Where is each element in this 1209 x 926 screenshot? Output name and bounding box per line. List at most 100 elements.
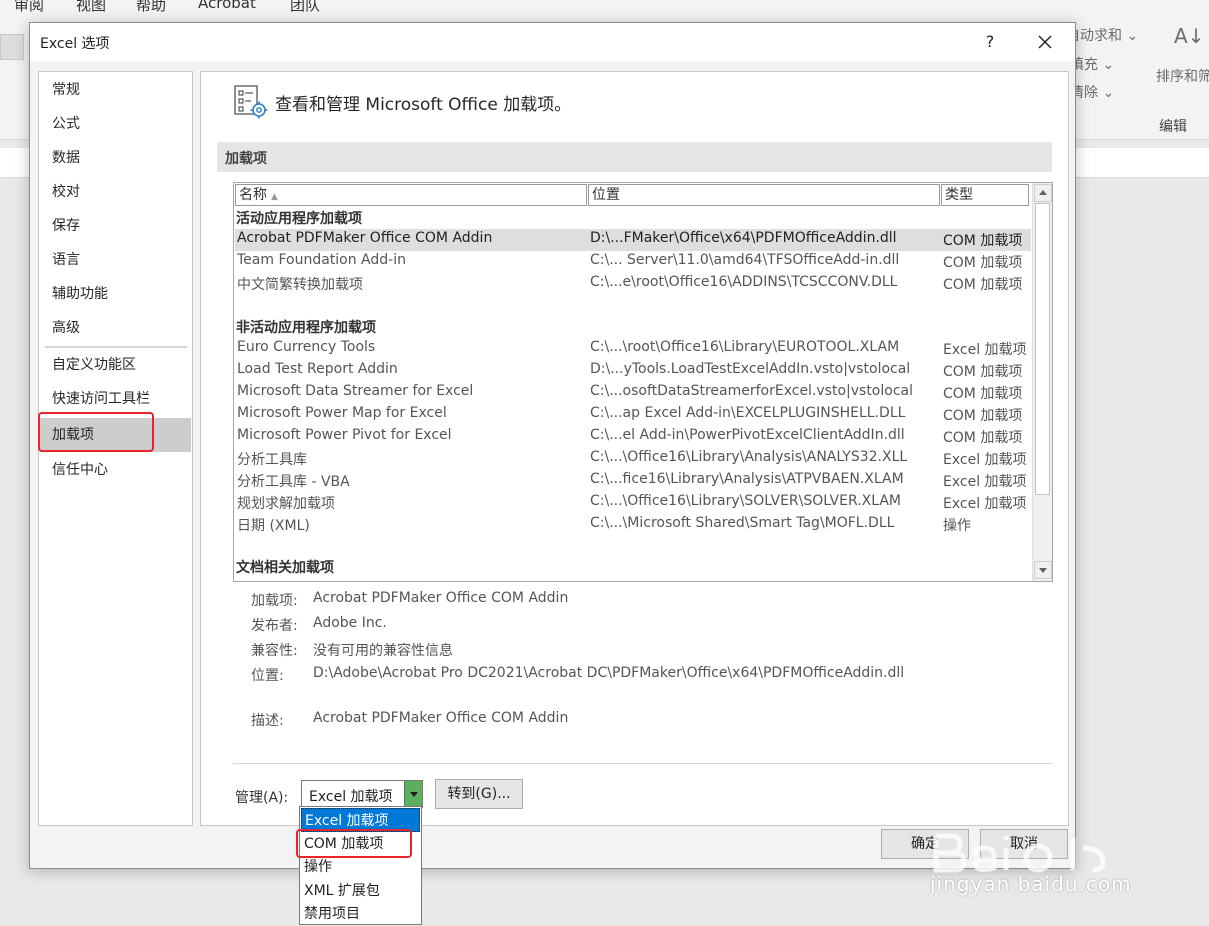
table-row[interactable]: Euro Currency Tools C:\...\root\Office16… (235, 338, 1031, 360)
nav-item-general[interactable]: 常规 (40, 73, 191, 107)
manage-label: 管理(A): (235, 790, 289, 806)
row-name: 分析工具库 - VBA (237, 474, 350, 490)
table-row[interactable]: Load Test Report Addin D:\...yTools.Load… (235, 360, 1031, 382)
scroll-thumb[interactable] (1035, 203, 1050, 495)
ribbon-group-edit: 编辑 (1159, 119, 1187, 135)
manage-dropdown-list: Excel 加载项 COM 加载项 操作 XML 扩展包 禁用项目 (299, 806, 422, 925)
panel-header: 查看和管理 Microsoft Office 加载项。 (275, 95, 572, 115)
manage-select[interactable]: Excel 加载项 (301, 780, 423, 808)
goto-button[interactable]: 转到(G)... (435, 779, 523, 809)
divider (233, 763, 1053, 764)
dialog-titlebar: Excel 选项 ? (30, 23, 1075, 61)
sort-filter-button[interactable]: 排序和筛选 (1156, 66, 1209, 86)
triangle-up-icon (1039, 190, 1047, 195)
triangle-down-icon (1039, 568, 1047, 573)
nav-item-customize-ribbon[interactable]: 自定义功能区 (40, 348, 191, 382)
close-icon[interactable] (1030, 27, 1060, 57)
row-type: Excel 加载项 (943, 452, 1027, 468)
group-document-addins: 文档相关加载项 (236, 560, 334, 576)
row-name: Microsoft Power Map for Excel (237, 405, 447, 421)
row-name: 中文简繁转换加载项 (237, 277, 363, 293)
nav-item-accessibility[interactable]: 辅助功能 (40, 277, 191, 311)
row-type: 操作 (943, 518, 971, 534)
menu-acrobat[interactable]: Acrobat (198, 0, 256, 12)
menu-review[interactable]: 审阅 (14, 0, 44, 15)
row-name: 规划求解加载项 (237, 496, 335, 512)
column-header-name[interactable]: 名称 ▲ (235, 184, 587, 206)
detail-value-location: D:\Adobe\Acrobat Pro DC2021\Acrobat DC\P… (313, 665, 905, 681)
row-location: C:\...\Office16\Library\SOLVER\SOLVER.XL… (590, 493, 902, 509)
row-name: Acrobat PDFMaker Office COM Addin (237, 230, 493, 246)
sort-ascending-icon: ▲ (271, 192, 278, 202)
addins-settings-icon (234, 85, 268, 119)
nav-item-language[interactable]: 语言 (40, 243, 191, 277)
row-type: COM 加载项 (943, 408, 1023, 424)
table-row[interactable]: Acrobat PDFMaker Office COM Addin D:\...… (235, 229, 1031, 251)
scroll-up-button[interactable] (1034, 184, 1052, 202)
row-location: C:\...\Microsoft Shared\Smart Tag\MOFL.D… (590, 515, 895, 531)
table-row[interactable]: 中文简繁转换加载项 C:\...e\root\Office16\ADDINS\T… (235, 273, 1031, 295)
table-row[interactable]: Microsoft Power Pivot for Excel C:\...el… (235, 426, 1031, 448)
detail-value-compatibility: 没有可用的兼容性信息 (313, 643, 453, 659)
dropdown-option-disabled-items[interactable]: 禁用项目 (301, 902, 420, 926)
nav-item-advanced[interactable]: 高级 (40, 311, 191, 345)
table-row[interactable]: 日期 (XML) C:\...\Microsoft Shared\Smart T… (235, 514, 1031, 536)
ribbon-left-control (0, 34, 24, 60)
group-active-addins: 活动应用程序加载项 (236, 211, 362, 227)
row-name: 日期 (XML) (237, 518, 310, 534)
row-type: COM 加载项 (943, 386, 1023, 402)
table-scrollbar[interactable] (1032, 183, 1052, 581)
row-type: COM 加载项 (943, 233, 1023, 249)
menu-view[interactable]: 视图 (76, 0, 106, 15)
detail-label-publisher: 发布者: (251, 618, 298, 634)
row-location: C:\...ap Excel Add-in\EXCELPLUGINSHELL.D… (590, 405, 906, 421)
row-name: Load Test Report Addin (237, 361, 398, 377)
nav-item-formulas[interactable]: 公式 (40, 107, 191, 141)
chevron-down-icon (410, 792, 418, 797)
scroll-down-button[interactable] (1034, 561, 1052, 579)
dialog-title: Excel 选项 (40, 36, 110, 52)
row-type: COM 加载项 (943, 255, 1023, 271)
nav-item-data[interactable]: 数据 (40, 141, 191, 175)
row-location: C:\...\Office16\Library\Analysis\ANALYS3… (590, 449, 908, 465)
addins-highlight-box (38, 412, 154, 452)
nav-item-save[interactable]: 保存 (40, 209, 191, 243)
detail-label-compatibility: 兼容性: (251, 643, 298, 659)
autosum-button[interactable]: 自动求和 ⌄ (1066, 25, 1138, 45)
clear-button[interactable]: 清除 ⌄ (1070, 82, 1114, 102)
column-header-type[interactable]: 类型 (941, 184, 1029, 206)
row-name: Team Foundation Add-in (237, 252, 406, 268)
row-name: Euro Currency Tools (237, 339, 376, 355)
table-row[interactable]: Microsoft Data Streamer for Excel C:\...… (235, 382, 1031, 404)
detail-value-publisher: Adobe Inc. (313, 615, 387, 631)
excel-options-dialog: Excel 选项 ? 常规 公式 数据 校对 保存 语言 辅助功能 高级 自定义… (29, 22, 1076, 869)
fill-button[interactable]: 填充 ⌄ (1070, 54, 1114, 74)
dropdown-option-actions[interactable]: 操作 (301, 855, 420, 879)
table-row[interactable]: 分析工具库 C:\...\Office16\Library\Analysis\A… (235, 448, 1031, 470)
nav-item-trust-center[interactable]: 信任中心 (40, 453, 191, 487)
menu-help[interactable]: 帮助 (136, 0, 166, 15)
row-name: 分析工具库 (237, 452, 307, 468)
manage-select-value: Excel 加载项 (309, 789, 393, 805)
column-header-location[interactable]: 位置 (588, 184, 940, 206)
row-location: C:\...el Add-in\PowerPivotExcelClientAdd… (590, 427, 905, 443)
row-type: COM 加载项 (943, 430, 1023, 446)
row-type: Excel 加载项 (943, 342, 1027, 358)
table-row[interactable]: Team Foundation Add-in C:\... Server\11.… (235, 251, 1031, 273)
manage-dropdown-button[interactable] (404, 781, 422, 807)
row-type: Excel 加载项 (943, 496, 1027, 512)
nav-item-proofing[interactable]: 校对 (40, 175, 191, 209)
row-location: D:\...yTools.LoadTestExcelAddIn.vsto|vst… (590, 361, 911, 377)
menu-team[interactable]: 团队 (290, 0, 320, 15)
table-row[interactable]: Microsoft Power Map for Excel C:\...ap E… (235, 404, 1031, 426)
table-row[interactable]: 分析工具库 - VBA C:\...fice16\Library\Analysi… (235, 470, 1031, 492)
table-row[interactable]: 规划求解加载项 C:\...\Office16\Library\SOLVER\S… (235, 492, 1031, 514)
addins-panel: 查看和管理 Microsoft Office 加载项。 加载项 名称 ▲ 位置 类… (200, 71, 1069, 826)
row-type: COM 加载项 (943, 277, 1023, 293)
row-location: C:\...e\root\Office16\ADDINS\TCSCCONV.DL… (590, 274, 898, 290)
dropdown-option-xml-expansion[interactable]: XML 扩展包 (301, 879, 420, 903)
help-button[interactable]: ? (978, 29, 1002, 55)
row-name: Microsoft Power Pivot for Excel (237, 427, 452, 443)
nav-item-quick-access[interactable]: 快速访问工具栏 (40, 382, 191, 416)
row-type: Excel 加载项 (943, 474, 1027, 490)
